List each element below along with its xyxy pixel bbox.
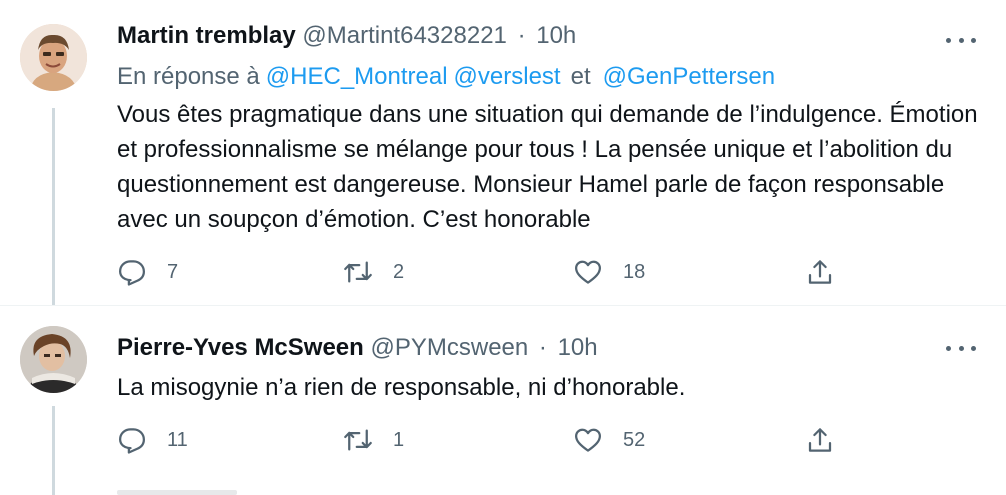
timestamp[interactable]: 10h — [558, 334, 598, 361]
author-handle[interactable]: @PYMcsween — [370, 334, 528, 361]
reply-button[interactable]: 7 — [117, 254, 178, 290]
mention-link[interactable]: @GenPettersen — [603, 63, 775, 90]
heart-icon — [575, 260, 601, 284]
tweet[interactable]: Pierre-Yves McSween @PYMcsween · 10h La … — [0, 305, 1006, 495]
separator-dot: · — [538, 334, 547, 361]
more-options-button[interactable] — [946, 28, 976, 52]
mention-conjunction: et — [570, 63, 591, 90]
reply-bubble-icon — [119, 260, 145, 286]
next-tweet-cutoff — [117, 490, 237, 495]
tweet-header: Pierre-Yves McSween @PYMcsween · 10h — [117, 334, 598, 362]
mention-link[interactable]: @verslest — [454, 63, 561, 90]
more-horizontal-icon — [958, 37, 964, 43]
author-name[interactable]: Martin tremblay — [117, 22, 296, 49]
more-horizontal-icon — [971, 345, 976, 351]
more-options-button[interactable] — [946, 336, 976, 360]
like-button[interactable]: 18 — [573, 254, 645, 290]
like-count: 52 — [623, 428, 646, 451]
tweet[interactable]: Martin tremblay @Martint64328221 · 10h E… — [0, 0, 1006, 306]
avatar[interactable] — [20, 326, 87, 393]
more-horizontal-icon — [971, 37, 976, 43]
share-upload-icon — [808, 260, 832, 284]
author-name[interactable]: Pierre-Yves McSween — [117, 334, 364, 361]
share-button[interactable] — [805, 422, 835, 458]
tweet-text: Vous êtes pragmatique dans une situation… — [117, 101, 978, 233]
mention-link[interactable]: @HEC_Montreal — [266, 63, 448, 90]
reply-button[interactable]: 11 — [117, 422, 188, 458]
like-button[interactable]: 52 — [573, 422, 645, 458]
avatar[interactable] — [20, 24, 87, 91]
share-button[interactable] — [805, 254, 835, 290]
tweet-text: La misogynie n’a rien de responsable, ni… — [117, 374, 686, 401]
reply-prefix: En réponse à — [117, 63, 260, 90]
more-horizontal-icon — [946, 37, 951, 43]
thread-connector-line — [52, 108, 55, 306]
retweet-count: 1 — [393, 428, 405, 451]
more-horizontal-icon — [946, 345, 951, 351]
author-handle[interactable]: @Martint64328221 — [302, 22, 507, 49]
tweet-actions: 7 2 18 — [117, 254, 837, 290]
share-upload-icon — [808, 428, 832, 452]
retweet-button[interactable]: 1 — [343, 422, 404, 458]
heart-icon — [575, 428, 601, 452]
retweet-count: 2 — [393, 260, 405, 283]
reply-bubble-icon — [119, 428, 145, 454]
reply-count: 7 — [167, 260, 179, 283]
reply-count: 11 — [167, 428, 188, 451]
retweet-icon — [344, 429, 372, 451]
retweet-button[interactable]: 2 — [343, 254, 404, 290]
thread-connector-line — [52, 406, 55, 495]
retweet-icon — [344, 261, 372, 283]
more-horizontal-icon — [958, 345, 964, 351]
tweet-actions: 11 1 52 — [117, 422, 837, 458]
timestamp[interactable]: 10h — [536, 22, 576, 49]
replying-to: En réponse à @HEC_Montreal @verslest et @Gen… — [117, 63, 775, 91]
tweet-header: Martin tremblay @Martint64328221 · 10h — [117, 22, 576, 50]
separator-dot: · — [517, 22, 526, 49]
like-count: 18 — [623, 260, 646, 283]
